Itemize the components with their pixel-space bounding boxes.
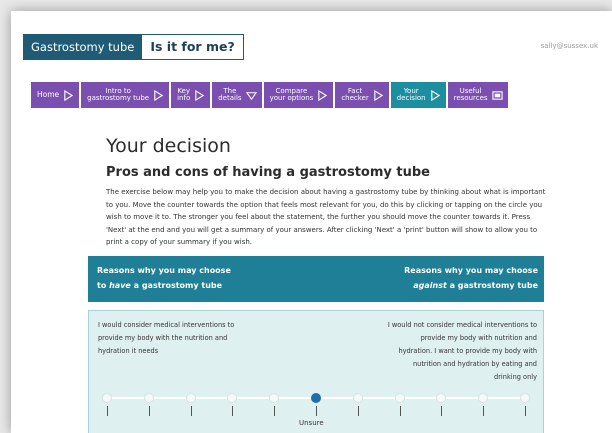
user-email: sally@sussex.uk xyxy=(540,42,598,50)
scale-position[interactable] xyxy=(143,393,154,403)
preference-scale: Unsure xyxy=(89,389,545,429)
nav-item-label: The details xyxy=(218,86,242,102)
resources-icon xyxy=(491,90,503,101)
brand-logo[interactable]: Gastrostomy tube Is it for me? xyxy=(23,34,244,60)
play-icon xyxy=(194,89,205,101)
play-icon xyxy=(317,89,328,101)
nav-item-intro-to-gastrostomy-tube[interactable]: Intro to gastrostomy tube xyxy=(81,82,170,108)
scale-tick xyxy=(483,406,484,416)
scale-position[interactable] xyxy=(227,393,238,403)
nav-item-label: Compare your options xyxy=(269,86,314,102)
reason-have-pre: to xyxy=(97,280,110,290)
scale-position[interactable] xyxy=(394,393,405,403)
nav-item-key-info[interactable]: Key info xyxy=(171,82,211,108)
play-icon xyxy=(430,89,441,101)
scale-position[interactable] xyxy=(352,393,363,403)
scale-tick xyxy=(274,406,275,416)
nav-item-fact-checker[interactable]: Fact checker xyxy=(335,82,389,108)
chevron-down-icon xyxy=(245,90,257,101)
scale-position[interactable] xyxy=(520,393,530,403)
intro-text: The exercise below may help you to make … xyxy=(106,188,546,246)
scale-counter-selected[interactable] xyxy=(311,393,321,403)
main-content: Your decision Pros and cons of having a … xyxy=(106,135,550,249)
scale-position[interactable] xyxy=(185,393,196,403)
reason-have: Reasons why you may choose to have a gas… xyxy=(97,264,231,293)
reason-against-line1: Reasons why you may choose xyxy=(404,266,538,275)
statement-panel: I would consider medical interventions t… xyxy=(88,310,544,433)
nav-item-label: Home xyxy=(37,90,60,100)
scale-tick xyxy=(149,406,150,416)
scale-tick xyxy=(191,406,192,416)
nav-item-label: Your decision xyxy=(396,86,426,102)
scale-position[interactable] xyxy=(478,393,489,403)
nav-item-useful-resources[interactable]: Useful resources xyxy=(447,82,508,108)
statement-left: I would consider medical interventions t… xyxy=(98,321,235,355)
scale-position[interactable] xyxy=(436,393,447,403)
reason-have-post: a gastrostomy tube xyxy=(130,280,223,290)
reason-against-em: against xyxy=(413,280,447,290)
scale-position[interactable] xyxy=(102,393,112,403)
scale-tick xyxy=(525,406,526,416)
scale-label-unsure: Unsure xyxy=(299,419,324,427)
play-icon xyxy=(153,89,164,101)
main-nav: Home Intro to gastrostomy tube Key info The… xyxy=(31,82,508,108)
nav-item-label: Key info xyxy=(177,86,191,102)
reason-against: Reasons why you may choose against a gas… xyxy=(404,264,538,293)
scale-tick xyxy=(400,406,401,416)
play-icon xyxy=(373,89,384,101)
reason-have-line1: Reasons why you may choose xyxy=(97,266,231,275)
page-title: Your decision xyxy=(106,135,231,157)
header: Gastrostomy tube Is it for me? sally@sus… xyxy=(11,11,612,75)
reason-have-em: have xyxy=(109,280,131,290)
nav-item-label: Useful resources xyxy=(453,86,488,102)
reasons-header: Reasons why you may choose to have a gas… xyxy=(88,256,544,302)
nav-item-label: Fact checker xyxy=(341,86,369,102)
play-icon xyxy=(63,89,74,101)
scale-tick xyxy=(316,406,317,416)
statement-right: I would not consider medical interventio… xyxy=(387,321,537,381)
scale-tick xyxy=(232,406,233,416)
page-subtitle: Pros and cons of having a gastrostomy tu… xyxy=(106,165,430,180)
brand-primary: Gastrostomy tube xyxy=(23,34,143,60)
nav-item-your-decision[interactable]: Your decision xyxy=(390,82,446,108)
nav-item-the-details[interactable]: The details xyxy=(212,82,262,108)
reason-against-post: a gastrostomy tube xyxy=(446,280,538,290)
scale-tick xyxy=(107,406,108,416)
nav-item-label: Intro to gastrostomy tube xyxy=(87,86,150,102)
scale-tick xyxy=(441,406,442,416)
scale-tick xyxy=(358,406,359,416)
brand-secondary: Is it for me? xyxy=(142,34,244,60)
scale-position[interactable] xyxy=(269,393,280,403)
nav-item-compare-your-options[interactable]: Compare your options xyxy=(263,82,334,108)
nav-item-home[interactable]: Home xyxy=(31,82,80,108)
